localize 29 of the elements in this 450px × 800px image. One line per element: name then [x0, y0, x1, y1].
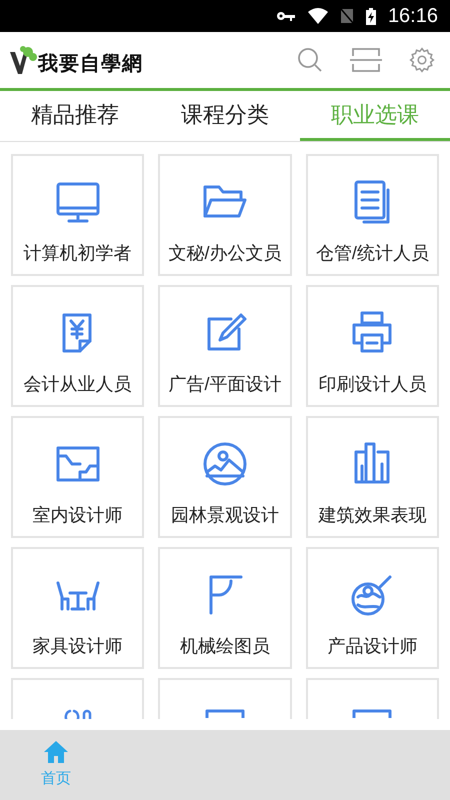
career-tile[interactable]: 产品设计师	[306, 547, 439, 669]
app-logo-text: 我要自學網	[38, 52, 143, 77]
screen-icon	[352, 708, 392, 718]
no-signal-icon	[340, 8, 354, 24]
career-tile[interactable]: 建筑效果表现	[306, 416, 439, 538]
category-tab[interactable]: 课程分类	[150, 91, 300, 141]
career-tile[interactable]: 计算机初学者	[11, 154, 144, 276]
search-icon	[297, 47, 323, 73]
career-tile[interactable]: 印刷设计人员	[306, 285, 439, 407]
career-tile[interactable]: 室内设计师	[11, 416, 144, 538]
landscape-icon	[200, 440, 249, 488]
battery-charging-icon	[366, 8, 376, 24]
home-icon	[43, 740, 69, 764]
key-icon	[276, 10, 296, 22]
clock-time: 16:16	[388, 4, 438, 29]
career-tile[interactable]: 广告/平面设计	[158, 285, 292, 407]
leaf-logo-icon	[8, 44, 38, 76]
career-tile[interactable]: 文秘/办公文员	[158, 154, 292, 276]
screen-icon	[204, 708, 245, 718]
scan-icon	[350, 47, 382, 73]
career-tile[interactable]: 会计从业人员	[11, 285, 144, 407]
career-tile[interactable]: 园林景观设计	[158, 416, 292, 538]
settings-icon	[409, 47, 435, 73]
tools-icon	[62, 708, 93, 719]
wifi-icon	[308, 8, 328, 24]
career-tile[interactable]: 仓管/统计人员	[306, 154, 439, 276]
career-tile[interactable]: 机械绘图员	[158, 547, 292, 669]
category-tab[interactable]: 精品推荐	[0, 91, 150, 141]
career-tile[interactable]: 家具设计师	[11, 547, 144, 669]
